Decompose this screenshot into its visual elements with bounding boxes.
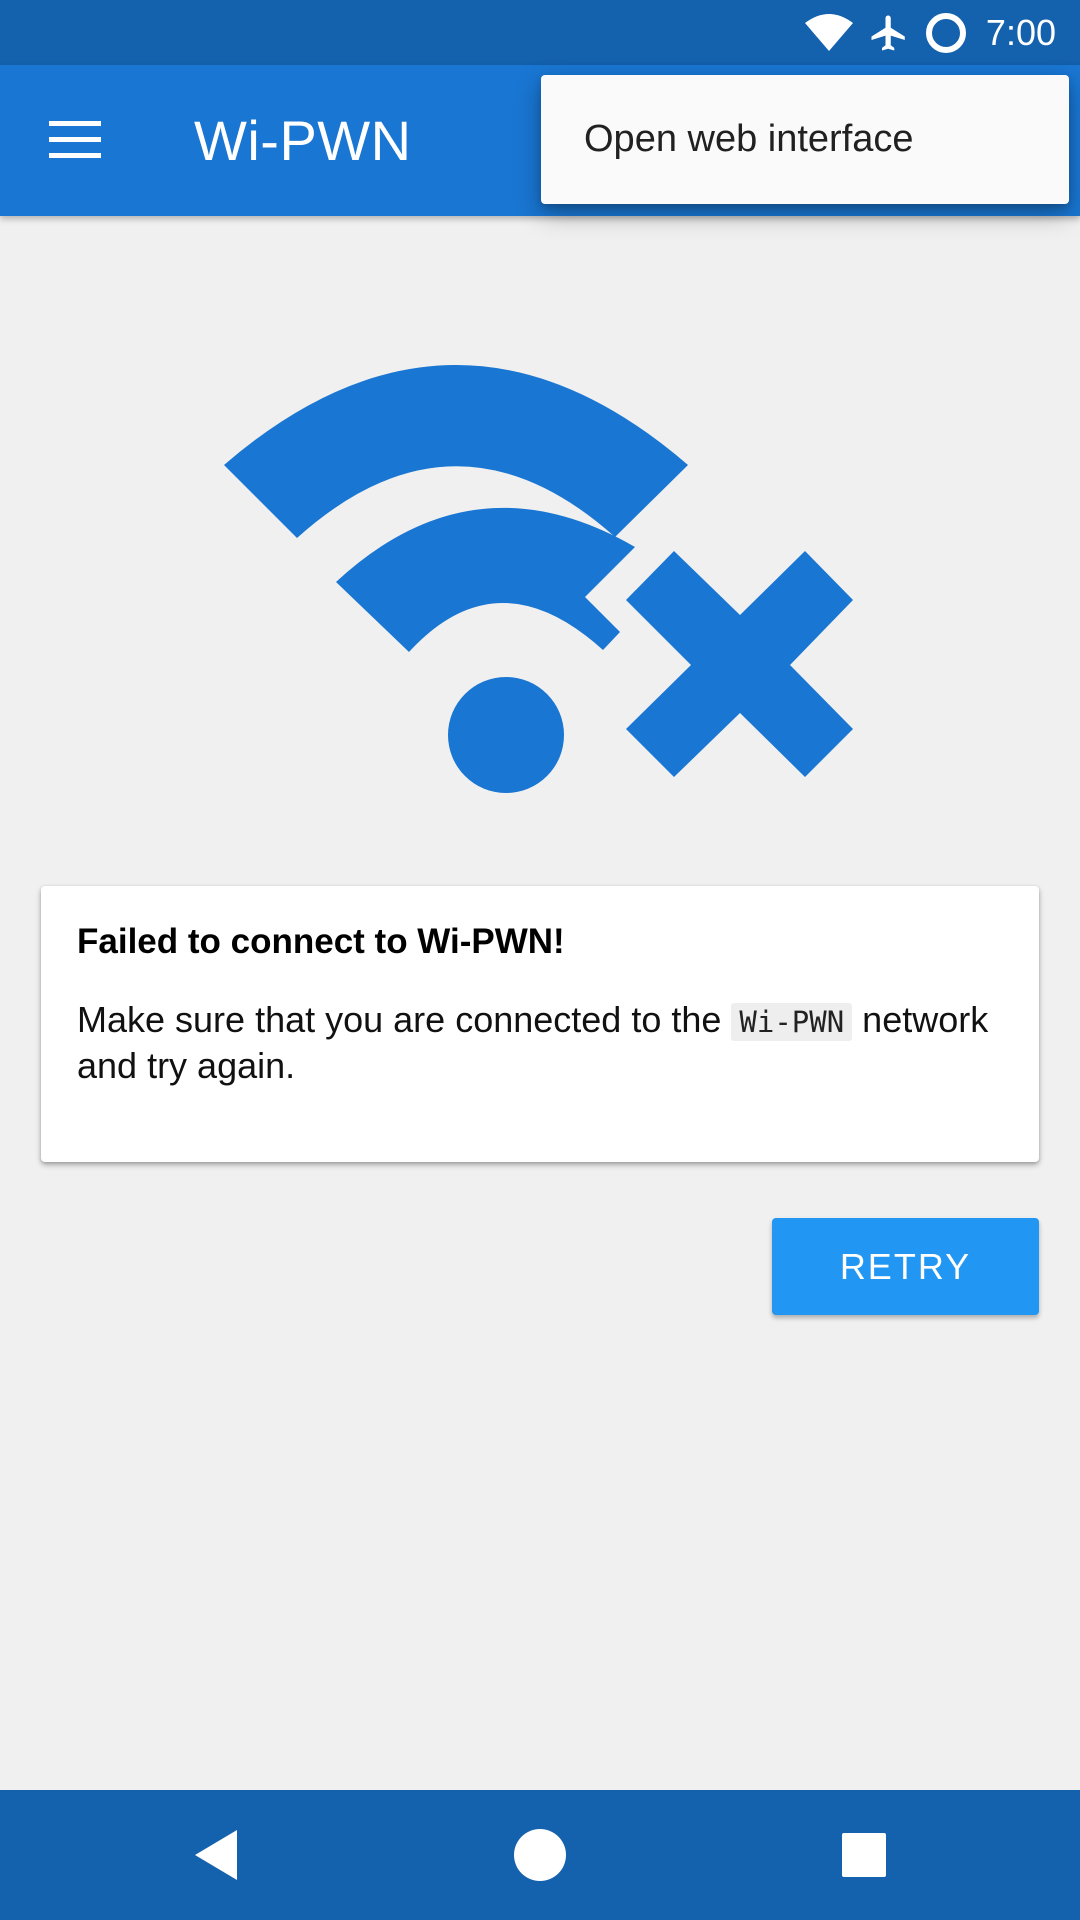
hamburger-menu-icon[interactable]	[30, 110, 120, 170]
recents-icon[interactable]	[824, 1815, 904, 1895]
wifi-icon	[804, 13, 854, 53]
retry-button[interactable]: RETRY	[772, 1218, 1039, 1315]
overflow-popup-menu: Open web interface	[541, 75, 1069, 204]
menu-item-open-web-interface[interactable]: Open web interface	[541, 75, 1069, 204]
error-message-text: Make sure that you are connected to the	[77, 999, 732, 1040]
sync-circle-icon	[924, 11, 968, 55]
error-card: Failed to connect to Wi-PWN! Make sure t…	[41, 886, 1039, 1162]
error-title: Failed to connect to Wi-PWN!	[77, 922, 565, 961]
retry-button-label: RETRY	[839, 1245, 972, 1287]
back-icon[interactable]	[177, 1815, 257, 1895]
app-title: Wi-PWN	[194, 109, 412, 172]
home-icon[interactable]	[500, 1815, 580, 1895]
status-icons: 7:00	[804, 0, 1056, 65]
network-name-code: Wi-PWN	[731, 1003, 853, 1041]
status-bar: 7:00	[0, 0, 1080, 65]
error-message: Make sure that you are connected to the …	[77, 998, 997, 1087]
navigation-bar	[0, 1790, 1080, 1920]
status-time: 7:00	[985, 12, 1056, 53]
menu-item-label: Open web interface	[584, 118, 914, 160]
wifi-off-icon	[220, 345, 860, 795]
airplane-mode-icon	[868, 11, 910, 55]
